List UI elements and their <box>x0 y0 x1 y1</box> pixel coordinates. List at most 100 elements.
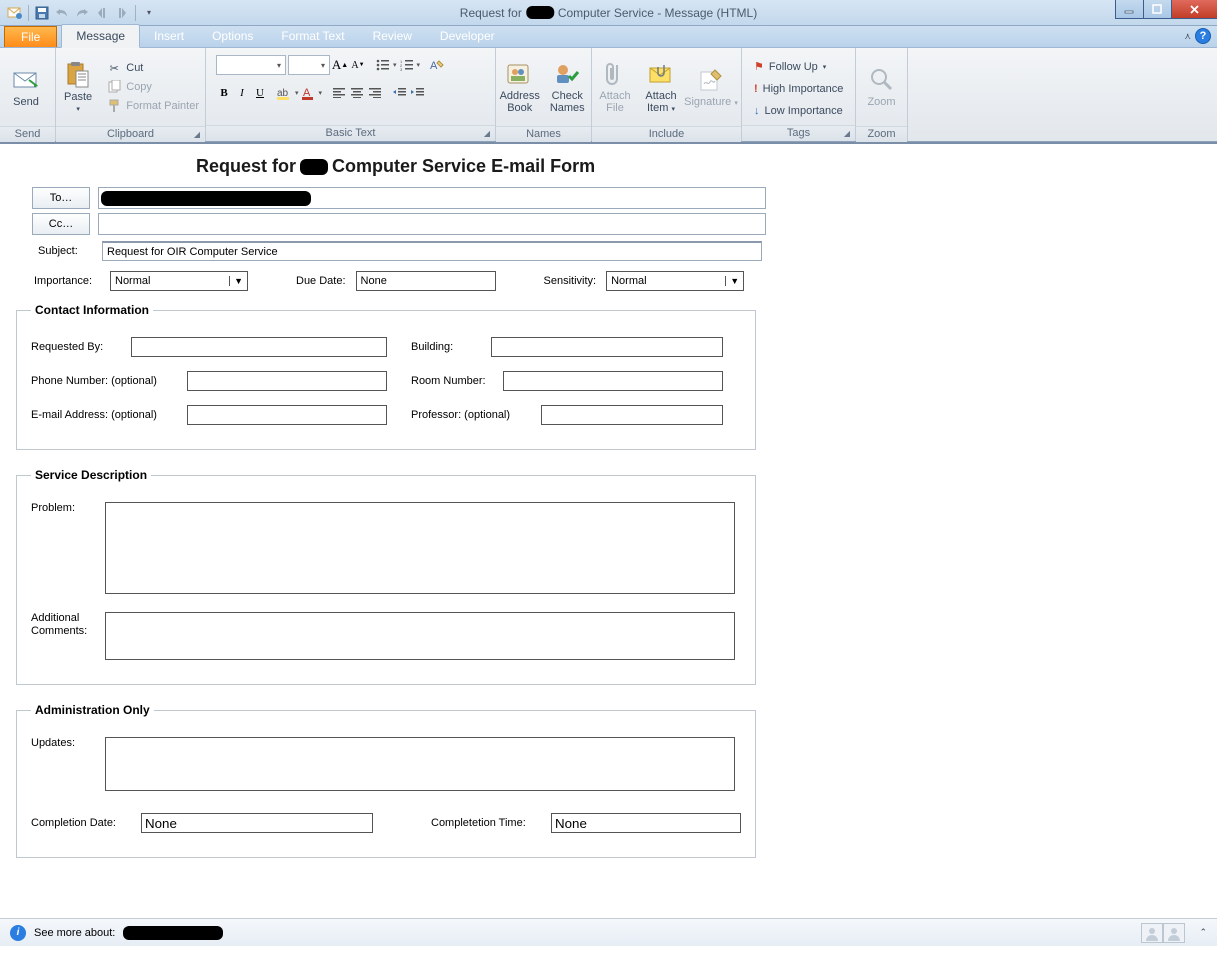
svg-text:A: A <box>430 60 438 72</box>
tab-insert[interactable]: Insert <box>140 25 198 47</box>
to-button[interactable]: To… <box>32 187 90 209</box>
flag-icon: ⚑ <box>754 60 764 73</box>
align-left-icon[interactable] <box>331 85 347 101</box>
redacted-icon <box>300 159 328 175</box>
align-right-icon[interactable] <box>367 85 383 101</box>
address-book-button[interactable]: Address Book <box>496 48 544 126</box>
copy-icon <box>106 79 122 95</box>
completion-date-field[interactable] <box>141 813 373 833</box>
save-icon[interactable] <box>33 4 51 22</box>
tab-message[interactable]: Message <box>61 24 140 48</box>
redo-icon[interactable] <box>73 4 91 22</box>
dialog-launcher-icon[interactable]: ◢ <box>482 129 492 139</box>
indent-right-icon[interactable] <box>410 85 426 101</box>
title-bar: ▾ Request for Computer Service - Message… <box>0 0 1217 26</box>
room-field[interactable] <box>503 371 723 391</box>
attach-item-button[interactable]: Attach Item ▾ <box>638 48 684 126</box>
copy-button[interactable]: Copy <box>106 79 199 95</box>
cc-button[interactable]: Cc… <box>32 213 90 235</box>
grow-font-icon[interactable]: A▲ <box>332 57 348 73</box>
importance-select[interactable]: Normal▼ <box>110 271 248 291</box>
group-basic-text: Basic Text◢ <box>206 125 495 141</box>
redacted-icon <box>526 6 554 19</box>
indent-left-icon[interactable] <box>392 85 408 101</box>
admin-fieldset: Administration Only Updates: Completion … <box>16 703 756 858</box>
italic-icon[interactable]: I <box>234 85 250 101</box>
person-icon <box>1141 923 1163 943</box>
phone-field[interactable] <box>187 371 387 391</box>
contact-fieldset: Contact Information Requested By: Buildi… <box>16 303 756 450</box>
highlight-icon[interactable]: ab <box>277 85 293 101</box>
completion-time-field[interactable] <box>551 813 741 833</box>
next-icon[interactable] <box>113 4 131 22</box>
building-field[interactable] <box>491 337 723 357</box>
file-tab[interactable]: File <box>4 26 57 47</box>
follow-up-button[interactable]: ⚑Follow Up▾ <box>748 58 849 75</box>
close-button[interactable] <box>1171 0 1217 19</box>
requested-by-label: Requested By: <box>31 341 131 353</box>
minimize-button[interactable] <box>1115 0 1143 19</box>
tab-options[interactable]: Options <box>198 25 267 47</box>
professor-field[interactable] <box>541 405 723 425</box>
low-importance-button[interactable]: ↓Low Importance <box>748 103 849 119</box>
format-painter-button[interactable]: Format Painter <box>106 98 199 114</box>
to-field[interactable] <box>98 187 766 209</box>
tab-developer[interactable]: Developer <box>426 25 509 47</box>
attach-file-button[interactable]: Attach File <box>592 48 638 126</box>
group-names: Names <box>496 126 591 142</box>
exclaim-icon: ! <box>754 83 758 95</box>
bold-icon[interactable]: B <box>216 85 232 101</box>
font-size-select[interactable]: ▾ <box>288 55 330 75</box>
group-zoom: Zoom <box>856 126 907 142</box>
address-book-icon <box>505 60 535 88</box>
align-center-icon[interactable] <box>349 85 365 101</box>
previous-icon[interactable] <box>93 4 111 22</box>
tab-format-text[interactable]: Format Text <box>267 25 358 47</box>
email-field[interactable] <box>187 405 387 425</box>
requested-by-field[interactable] <box>131 337 387 357</box>
due-date-field[interactable] <box>356 271 496 291</box>
clear-format-icon[interactable]: A <box>429 57 445 73</box>
shrink-font-icon[interactable]: A▼ <box>350 57 366 73</box>
updates-field[interactable] <box>105 737 735 791</box>
send-button[interactable]: Send <box>0 48 52 126</box>
email-label: E-mail Address: (optional) <box>31 409 187 421</box>
underline-icon[interactable]: U <box>252 85 268 101</box>
down-arrow-icon: ↓ <box>754 105 760 117</box>
group-include: Include <box>592 126 741 142</box>
service-legend: Service Description <box>31 468 151 482</box>
help-icon[interactable]: ? <box>1195 28 1211 44</box>
tab-review[interactable]: Review <box>359 25 426 47</box>
expand-pane-icon[interactable]: ⌃ <box>1199 927 1207 938</box>
check-names-button[interactable]: Check Names <box>544 48 592 126</box>
signature-button[interactable]: Signature ▾ <box>684 48 738 126</box>
subject-field[interactable] <box>102 241 762 261</box>
font-color-icon[interactable]: A <box>301 85 317 101</box>
contact-photos[interactable] <box>1141 923 1185 943</box>
dialog-launcher-icon[interactable]: ◢ <box>842 129 852 139</box>
undo-icon[interactable] <box>53 4 71 22</box>
professor-label: Professor: (optional) <box>411 409 541 421</box>
dialog-launcher-icon[interactable]: ◢ <box>192 130 202 140</box>
zoom-button[interactable]: Zoom <box>856 48 907 126</box>
ribbon: Send Send Paste▾ ✂Cut Copy Format Painte… <box>0 48 1217 142</box>
problem-field[interactable] <box>105 502 735 594</box>
comments-field[interactable] <box>105 612 735 660</box>
phone-label: Phone Number: (optional) <box>31 375 187 387</box>
numbering-icon[interactable]: 123 <box>399 57 415 73</box>
message-body: Request for Computer Service E-mail Form… <box>0 142 1217 916</box>
cut-button[interactable]: ✂Cut <box>106 60 199 76</box>
paste-button[interactable]: Paste▾ <box>56 48 100 126</box>
high-importance-button[interactable]: !High Importance <box>748 81 849 97</box>
qat-customize-icon[interactable]: ▾ <box>140 4 158 22</box>
attach-item-icon <box>646 60 676 88</box>
cc-field[interactable] <box>98 213 766 235</box>
maximize-button[interactable] <box>1143 0 1171 19</box>
sensitivity-select[interactable]: Normal▼ <box>606 271 744 291</box>
bullets-icon[interactable] <box>375 57 391 73</box>
subject-label: Subject: <box>38 245 88 257</box>
font-family-select[interactable]: ▾ <box>216 55 286 75</box>
svg-text:3: 3 <box>400 67 403 71</box>
admin-legend: Administration Only <box>31 703 154 717</box>
ribbon-collapse-icon[interactable]: ⋏ <box>1184 31 1191 42</box>
